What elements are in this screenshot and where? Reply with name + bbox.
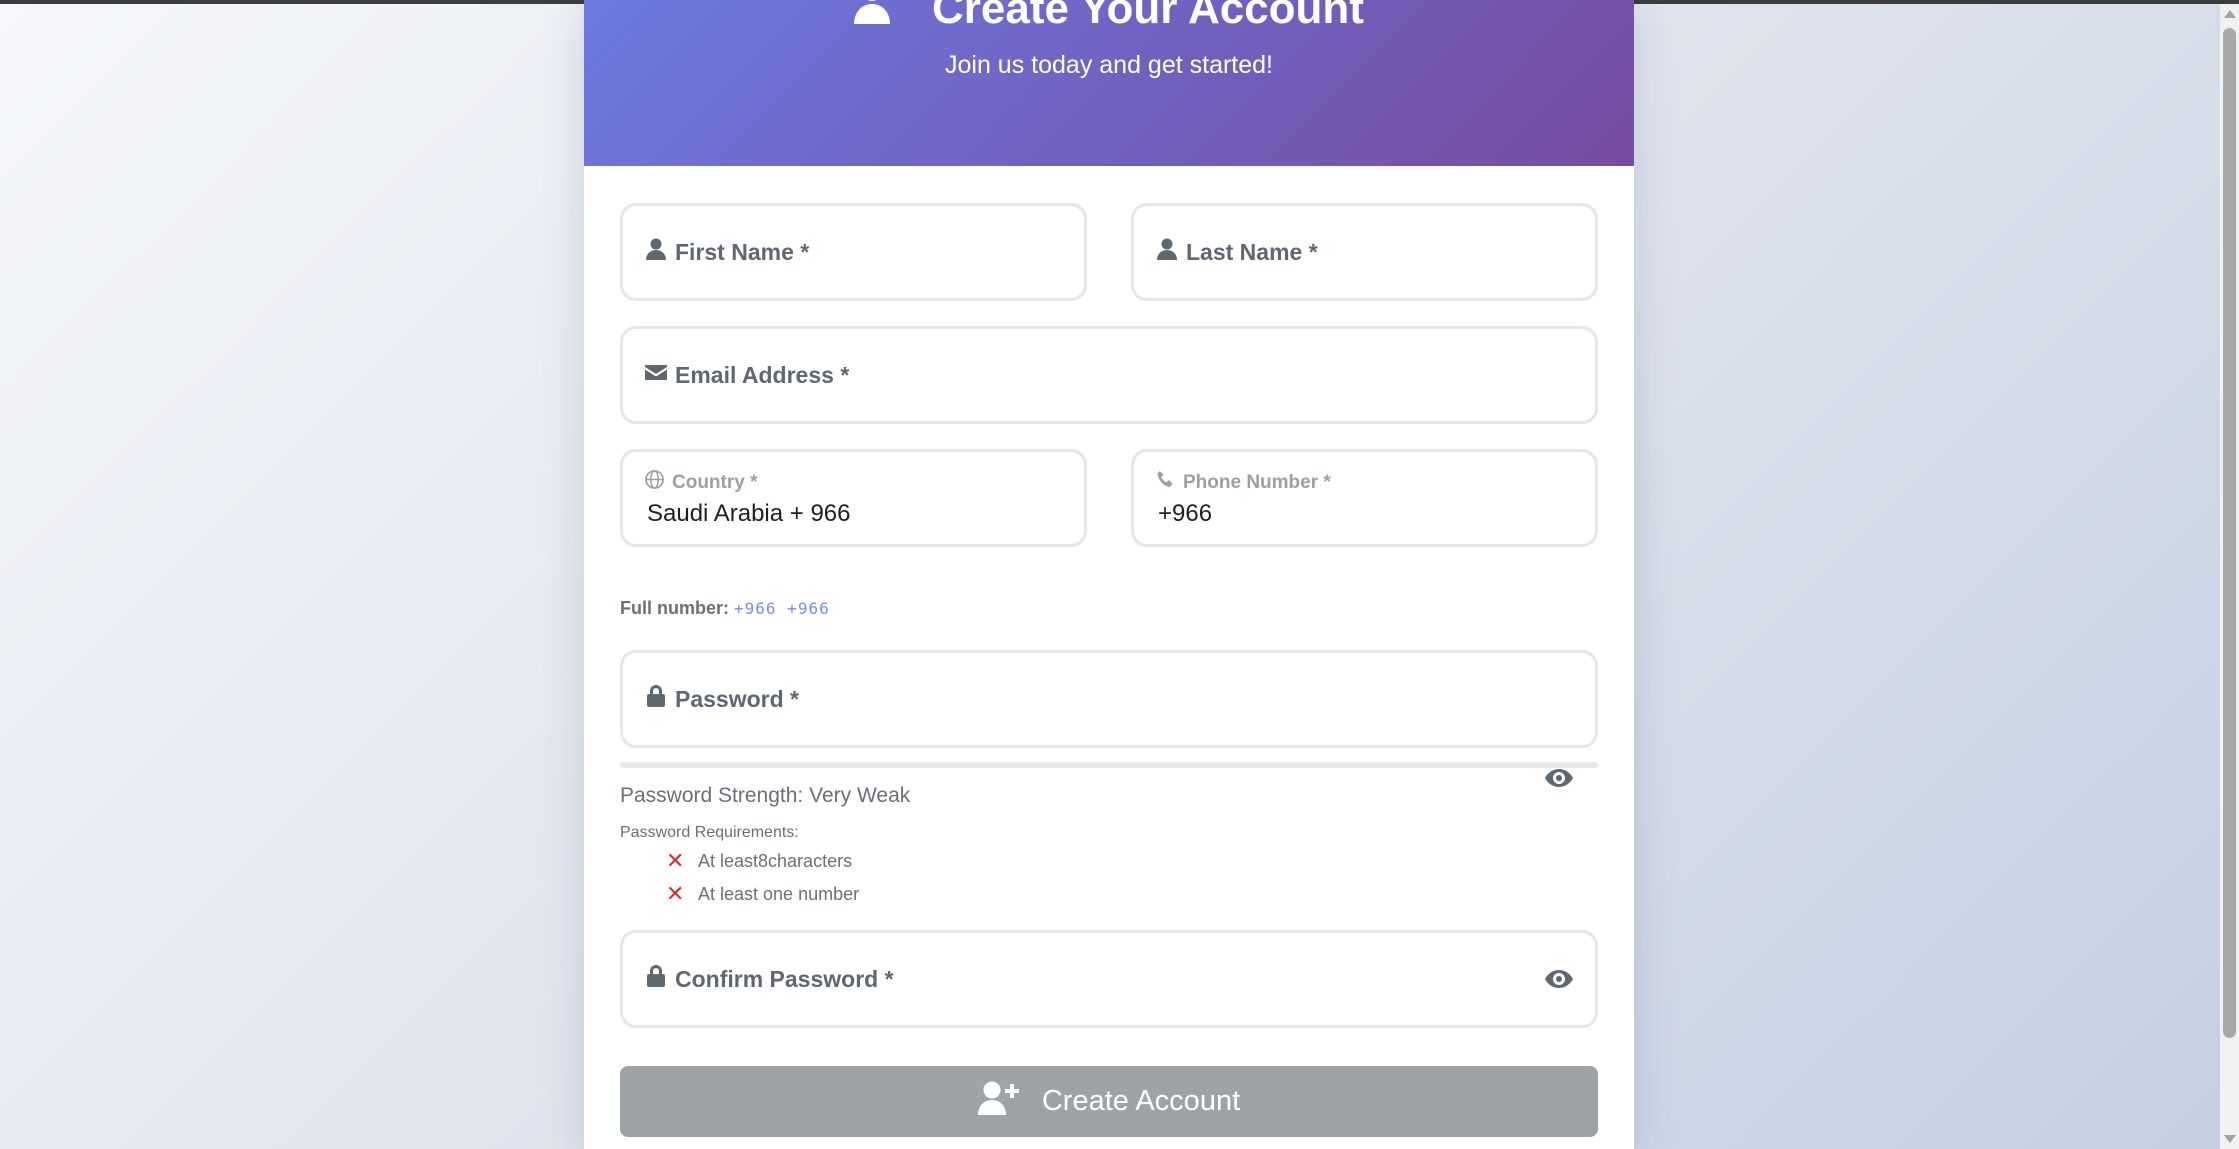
phone-value: +966 <box>1158 500 1213 527</box>
page-scrollbar[interactable] <box>2220 4 2239 1149</box>
password-field[interactable]: Password * <box>620 650 1598 748</box>
password-label-wrap: Password * <box>645 685 799 713</box>
user-plus-icon <box>854 0 910 40</box>
phone-field[interactable]: Phone Number * +966 <box>1131 449 1598 547</box>
password-label: Password * <box>675 685 799 712</box>
user-icon <box>1156 238 1178 266</box>
first-name-label-wrap: First Name * <box>645 238 809 266</box>
scroll-down-arrow-icon[interactable] <box>2224 1135 2236 1143</box>
lock-icon <box>645 685 667 713</box>
user-plus-icon <box>977 1081 1020 1123</box>
create-account-label: Create Account <box>1041 1085 1241 1117</box>
scrollbar-thumb[interactable] <box>2223 28 2236 1038</box>
page-title: Create Your Account <box>584 0 1634 40</box>
page-subtitle: Join us today and get started! <box>945 51 1273 79</box>
requirements-title: Password Requirements: <box>620 824 799 841</box>
phone-label-wrap: Phone Number * <box>1156 470 1331 495</box>
phone-label: Phone Number * <box>1183 471 1331 493</box>
requirement-item: ✕ At least8characters <box>666 848 852 874</box>
country-select[interactable]: Country * Saudi Arabia + 966 <box>620 449 1087 547</box>
envelope-icon <box>645 361 667 389</box>
requirement-item: ✕ At least one number <box>666 881 859 907</box>
last-name-label: Last Name * <box>1186 238 1318 265</box>
last-name-label-wrap: Last Name * <box>1156 238 1318 266</box>
create-account-button[interactable]: Create Account <box>620 1066 1598 1137</box>
email-label-wrap: Email Address * <box>645 361 849 389</box>
confirm-password-label: Confirm Password * <box>675 965 894 992</box>
password-strength-text: Password Strength: Very Weak <box>620 784 911 807</box>
requirement-text: At least one number <box>698 883 860 904</box>
cross-icon: ✕ <box>666 881 685 906</box>
email-field[interactable]: Email Address * <box>620 326 1598 424</box>
page-title-text: Create Your Account <box>932 0 1364 33</box>
last-name-field[interactable]: Last Name * <box>1131 203 1598 301</box>
scroll-up-arrow-icon[interactable] <box>2224 10 2236 18</box>
first-name-label: First Name * <box>675 238 810 265</box>
full-number-label: Full number: <box>620 598 729 618</box>
confirm-password-field[interactable]: Confirm Password * <box>620 930 1598 1028</box>
eye-icon <box>1544 769 1574 794</box>
signup-header: Create Your Account Join us today and ge… <box>584 0 1634 166</box>
country-label: Country * <box>672 471 758 493</box>
phone-icon <box>1156 470 1175 495</box>
full-number-value: +966 +966 <box>734 599 830 618</box>
country-value: Saudi Arabia + 966 <box>647 500 851 527</box>
country-label-wrap: Country * <box>645 470 758 495</box>
full-number-display: Full number: +966 +966 <box>620 598 830 619</box>
requirement-text: At least8characters <box>698 850 853 871</box>
first-name-field[interactable]: First Name * <box>620 203 1087 301</box>
confirm-password-label-wrap: Confirm Password * <box>645 965 894 993</box>
toggle-confirm-password-visibility[interactable] <box>1544 967 1574 991</box>
cross-icon: ✕ <box>666 848 685 873</box>
lock-icon <box>645 965 667 993</box>
email-label: Email Address * <box>675 361 850 388</box>
user-icon <box>645 238 667 266</box>
signup-card: Create Your Account Join us today and ge… <box>584 0 1634 1149</box>
globe-icon <box>645 470 664 495</box>
eye-icon <box>1544 970 1574 995</box>
password-strength-bar <box>620 762 1598 768</box>
toggle-password-visibility[interactable] <box>1544 766 1574 790</box>
